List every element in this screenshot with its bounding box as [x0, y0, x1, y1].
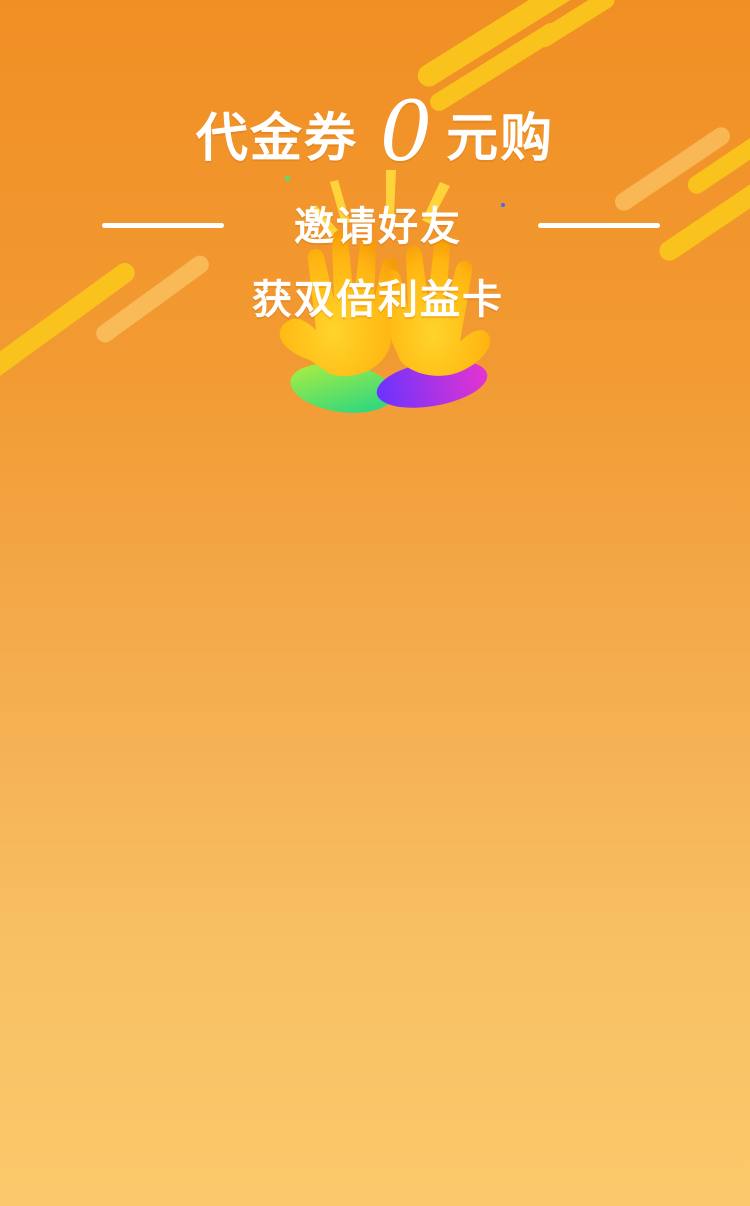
- promo-title: 代金券 0 元购: [0, 92, 750, 180]
- subtitle-line-1: 邀请好友: [294, 204, 462, 250]
- subtitle-line-2: 获双倍利益卡: [252, 277, 504, 323]
- title-zero: 0: [379, 85, 435, 180]
- title-suffix: 元购: [446, 109, 555, 169]
- stripe-top-1: [413, 0, 587, 91]
- title-prefix: 代金券: [195, 109, 358, 169]
